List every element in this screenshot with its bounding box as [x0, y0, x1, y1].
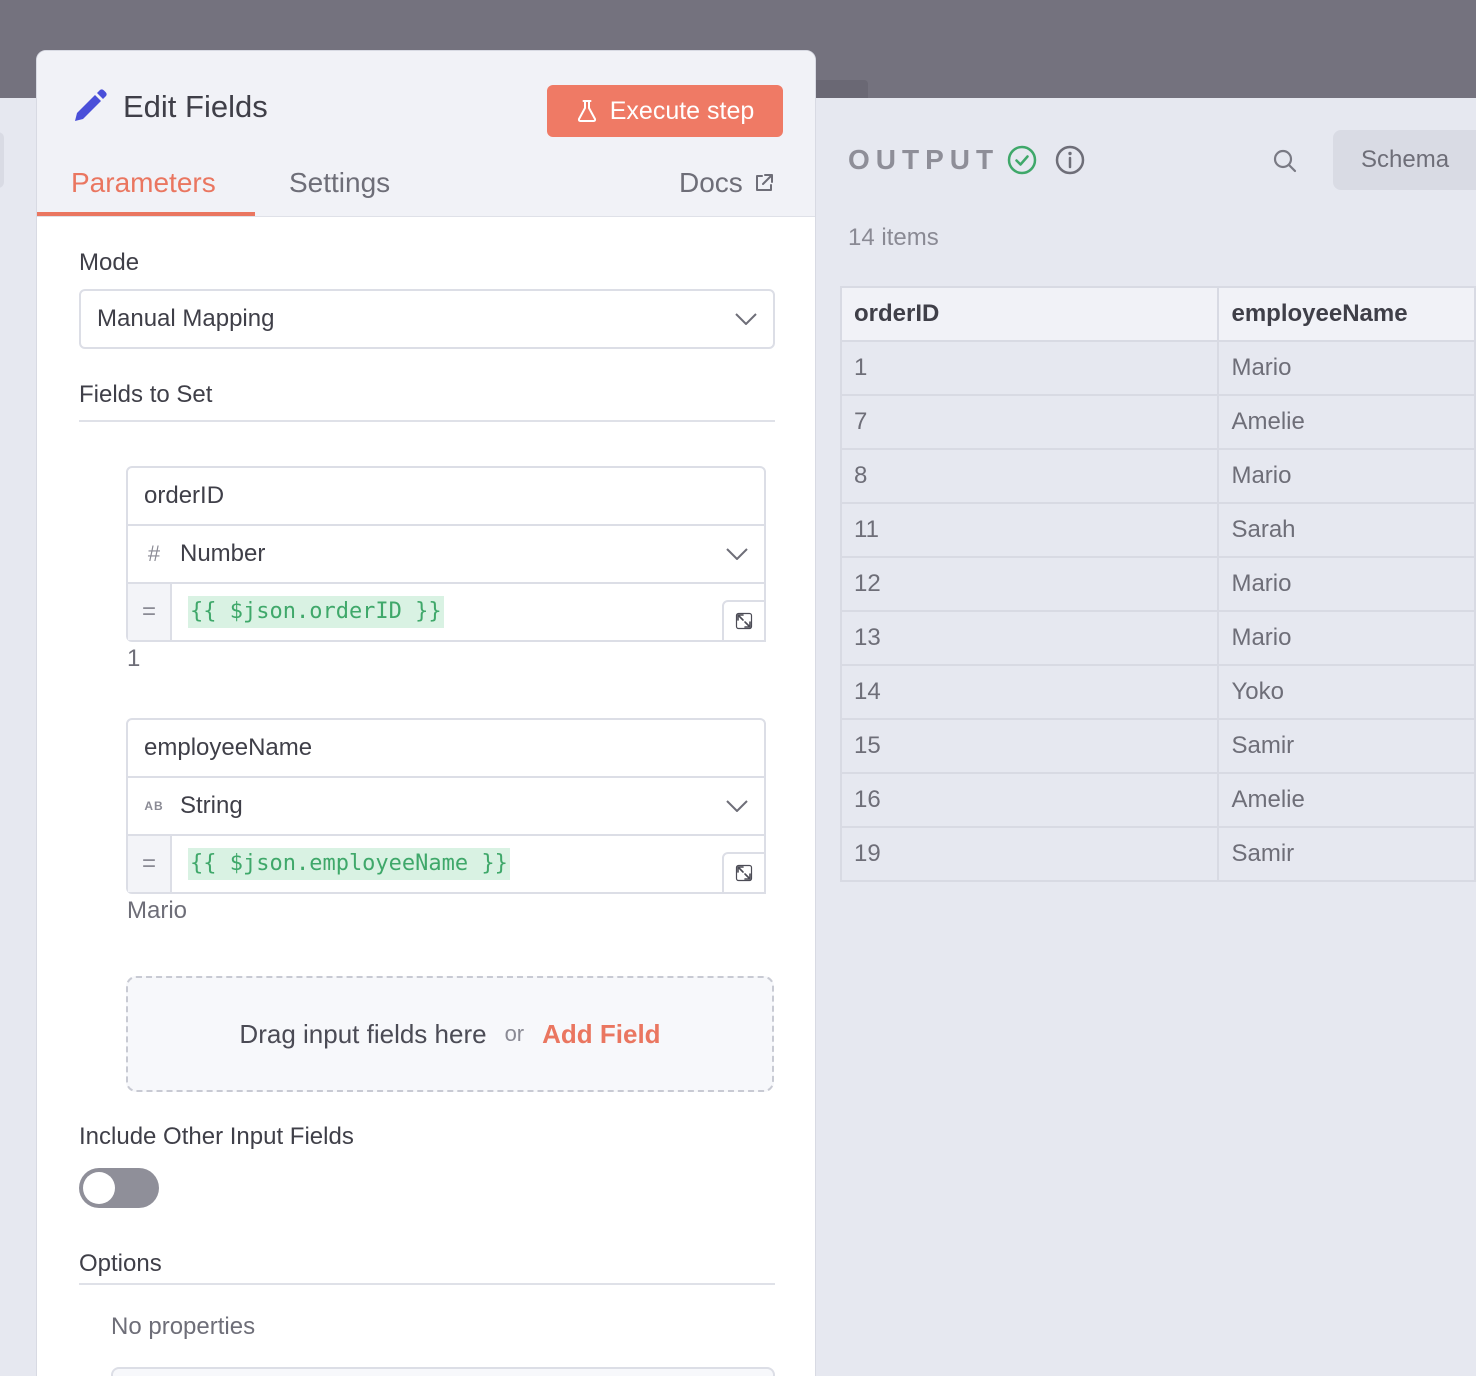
table-row: 19 Samir: [839, 826, 1476, 882]
output-table: orderID employeeName 1 Mario 7 Amelie 8 Mar…: [839, 286, 1476, 882]
table-cell: Mario: [1217, 448, 1476, 504]
items-count: 14 items: [848, 224, 939, 251]
table-cell: 16: [839, 772, 1220, 828]
column-header-orderid[interactable]: orderID: [839, 286, 1220, 342]
left-collapse-handle[interactable]: [0, 132, 4, 188]
mode-value: Manual Mapping: [97, 305, 275, 332]
table-row: 8 Mario: [839, 448, 1476, 504]
success-check-icon: [1007, 145, 1037, 175]
field-name-input[interactable]: orderID: [128, 468, 764, 526]
table-cell: 15: [839, 718, 1220, 774]
field-dropzone[interactable]: Drag input fields here or Add Field: [126, 976, 774, 1092]
search-icon[interactable]: [1272, 148, 1298, 174]
field-result-preview: 1: [127, 645, 141, 672]
table-row: 13 Mario: [839, 610, 1476, 666]
field-card-employeename: employeeName AB String = {{ $json.employ…: [126, 718, 766, 894]
table-row: 12 Mario: [839, 556, 1476, 612]
table-cell: 14: [839, 664, 1220, 720]
expand-icon: [735, 864, 753, 882]
expand-editor-button[interactable]: [722, 600, 766, 642]
mode-label: Mode: [79, 249, 140, 276]
options-label: Options: [79, 1250, 162, 1277]
field-expression-input[interactable]: {{ $json.employeeName }}: [188, 848, 510, 880]
table-cell: 12: [839, 556, 1220, 612]
flask-icon: [577, 100, 596, 122]
docs-label: Docs: [679, 167, 743, 198]
table-cell: Samir: [1217, 826, 1476, 882]
field-type-select[interactable]: # Number: [128, 526, 764, 584]
expand-icon: [735, 612, 753, 630]
section-divider: [79, 1283, 775, 1285]
table-cell: 8: [839, 448, 1220, 504]
chevron-down-icon: [735, 313, 757, 325]
dropzone-or: or: [504, 1021, 525, 1046]
table-row: 15 Samir: [839, 718, 1476, 774]
field-expression-input[interactable]: {{ $json.orderID }}: [188, 596, 444, 628]
field-type-select[interactable]: AB String: [128, 778, 764, 836]
table-row: 7 Amelie: [839, 394, 1476, 450]
hash-icon: #: [147, 541, 161, 566]
toggle-knob: [83, 1172, 115, 1204]
table-cell: 1: [839, 340, 1220, 396]
chevron-down-icon: [726, 548, 748, 560]
canvas-left-edge: [0, 98, 36, 1376]
no-properties-text: No properties: [111, 1313, 256, 1340]
output-title: OUTPUT: [848, 144, 1000, 175]
panel-header: Edit Fields Execute step Parameters Sett…: [37, 51, 815, 217]
include-other-fields-toggle[interactable]: [79, 1168, 159, 1208]
table-cell: Mario: [1217, 610, 1476, 666]
field-card-orderid: orderID # Number = {{ $json.orderID }}: [126, 466, 766, 642]
tab-settings[interactable]: Settings: [289, 167, 390, 199]
equals-icon: =: [128, 836, 172, 892]
table-row: 14 Yoko: [839, 664, 1476, 720]
include-other-fields-label: Include Other Input Fields: [79, 1123, 354, 1150]
table-cell: Mario: [1217, 340, 1476, 396]
execute-step-label: Execute step: [609, 96, 755, 125]
table-cell: 19: [839, 826, 1220, 882]
table-cell: 7: [839, 394, 1220, 450]
table-cell: Amelie: [1217, 772, 1476, 828]
external-link-icon: [755, 174, 773, 191]
field-name-input[interactable]: employeeName: [128, 720, 764, 778]
table-row: 11 Sarah: [839, 502, 1476, 558]
table-cell: 13: [839, 610, 1220, 666]
active-tab-indicator: [37, 212, 255, 216]
field-value-row: = {{ $json.employeeName }}: [128, 836, 766, 894]
schema-view-button[interactable]: Schema: [1333, 130, 1476, 190]
table-cell: Yoko: [1217, 664, 1476, 720]
table-cell: Samir: [1217, 718, 1476, 774]
table-row: 16 Amelie: [839, 772, 1476, 828]
field-type-value: String: [180, 792, 243, 819]
table-cell: Mario: [1217, 556, 1476, 612]
fields-to-set-label: Fields to Set: [79, 381, 213, 408]
column-header-employeename[interactable]: employeeName: [1217, 286, 1476, 342]
pencil-icon: [75, 89, 107, 121]
docs-link[interactable]: Docs: [679, 167, 775, 199]
mode-select[interactable]: Manual Mapping: [79, 289, 775, 349]
field-result-preview: Mario: [127, 897, 188, 924]
expand-editor-button[interactable]: [722, 852, 766, 894]
add-option-select[interactable]: [111, 1367, 775, 1376]
dropzone-text: Drag input fields here: [239, 1018, 487, 1049]
info-icon[interactable]: [1054, 144, 1086, 176]
equals-icon: =: [128, 584, 172, 640]
edit-fields-panel: Edit Fields Execute step Parameters Sett…: [36, 50, 816, 1376]
field-type-value: Number: [180, 540, 266, 567]
field-value-row: = {{ $json.orderID }}: [128, 584, 766, 642]
table-cell: Amelie: [1217, 394, 1476, 450]
ab-string-icon: AB: [144, 799, 164, 813]
table-row: 1 Mario: [839, 340, 1476, 396]
table-cell: 11: [839, 502, 1220, 558]
tab-parameters[interactable]: Parameters: [71, 167, 216, 199]
execute-step-button[interactable]: Execute step: [547, 85, 783, 137]
table-header-row: orderID employeeName: [839, 286, 1476, 342]
section-divider: [79, 420, 775, 422]
chevron-down-icon: [726, 800, 748, 812]
table-cell: Sarah: [1217, 502, 1476, 558]
add-field-button[interactable]: Add Field: [542, 1019, 660, 1050]
panel-title: Edit Fields: [123, 89, 268, 124]
